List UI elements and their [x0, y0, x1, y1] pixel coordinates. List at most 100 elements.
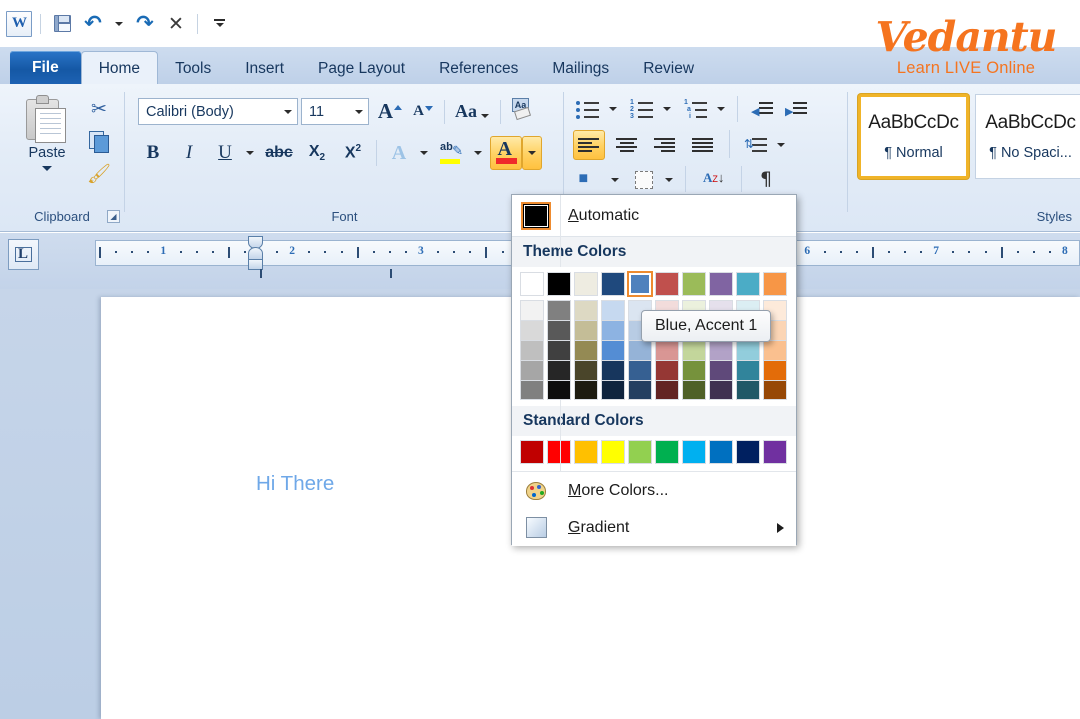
theme-color-swatch[interactable]: [520, 272, 544, 296]
tab-tools[interactable]: Tools: [158, 52, 228, 85]
theme-color-variant-swatch[interactable]: [709, 340, 733, 360]
word-logo-icon[interactable]: W: [6, 11, 32, 37]
line-spacing-button[interactable]: ⇅: [739, 130, 773, 160]
multilevel-dropdown-button[interactable]: [713, 96, 729, 122]
paste-button[interactable]: Paste: [14, 92, 80, 196]
align-right-button[interactable]: [649, 130, 681, 160]
underline-dropdown-button[interactable]: [242, 138, 258, 168]
font-color-dropdown-button[interactable]: [522, 136, 542, 170]
customize-qat-button[interactable]: [206, 11, 232, 37]
standard-color-swatch[interactable]: [655, 440, 679, 464]
tab-page-layout[interactable]: Page Layout: [301, 52, 422, 85]
shrink-font-button[interactable]: A: [408, 98, 438, 125]
standard-color-swatch[interactable]: [709, 440, 733, 464]
numbering-button[interactable]: 1 2 3: [627, 96, 657, 122]
standard-color-swatch[interactable]: [736, 440, 760, 464]
style-item-no-spacing[interactable]: AaBbCcDc ¶ No Spaci...: [975, 94, 1080, 179]
chevron-down-icon[interactable]: [350, 110, 368, 114]
theme-color-swatch[interactable]: [628, 272, 652, 296]
sort-button[interactable]: AZ↓: [695, 166, 731, 194]
tab-references[interactable]: References: [422, 52, 535, 85]
theme-color-variant-swatch[interactable]: [682, 360, 706, 380]
line-spacing-dropdown-button[interactable]: [773, 130, 789, 160]
theme-color-variant-swatch[interactable]: [682, 340, 706, 360]
underline-button[interactable]: U: [210, 138, 240, 168]
highlight-dropdown-button[interactable]: [470, 138, 486, 168]
gradient-item[interactable]: Gradient: [512, 509, 796, 546]
theme-color-variant-swatch[interactable]: [628, 380, 652, 400]
theme-color-variant-swatch[interactable]: [763, 380, 787, 400]
theme-color-variant-swatch[interactable]: [736, 360, 760, 380]
standard-color-swatch[interactable]: [574, 440, 598, 464]
font-name-combobox[interactable]: Calibri (Body): [138, 98, 298, 125]
theme-color-variant-swatch[interactable]: [763, 340, 787, 360]
subscript-button[interactable]: X2: [302, 138, 332, 168]
text-effects-dropdown-button[interactable]: [416, 138, 432, 168]
theme-color-swatch[interactable]: [682, 272, 706, 296]
theme-color-swatch[interactable]: [736, 272, 760, 296]
clipboard-dialog-launcher[interactable]: ◢: [107, 210, 120, 223]
borders-button[interactable]: [629, 166, 659, 194]
bullets-button[interactable]: [573, 96, 603, 122]
bold-button[interactable]: B: [138, 138, 168, 168]
borders-dropdown-button[interactable]: [661, 166, 677, 194]
theme-color-swatch[interactable]: [547, 272, 571, 296]
standard-color-swatch[interactable]: [682, 440, 706, 464]
standard-color-swatch[interactable]: [520, 440, 544, 464]
theme-color-variant-swatch[interactable]: [574, 380, 598, 400]
theme-color-variant-swatch[interactable]: [709, 380, 733, 400]
font-size-combobox[interactable]: 11: [301, 98, 369, 125]
format-painter-button[interactable]: 🖌: [84, 158, 114, 188]
theme-color-variant-swatch[interactable]: [709, 360, 733, 380]
bullets-dropdown-button[interactable]: [605, 96, 621, 122]
theme-color-swatch[interactable]: [601, 272, 625, 296]
shading-button[interactable]: ■: [573, 166, 605, 194]
standard-color-swatch[interactable]: [547, 440, 571, 464]
numbering-dropdown-button[interactable]: [659, 96, 675, 122]
chevron-down-icon[interactable]: [279, 110, 297, 114]
close-button[interactable]: ✕: [163, 11, 189, 37]
theme-color-variant-swatch[interactable]: [601, 320, 625, 340]
multilevel-list-button[interactable]: 1 a i: [681, 96, 711, 122]
tab-stop-selector[interactable]: L: [8, 239, 39, 270]
tab-stop-marker[interactable]: [260, 269, 262, 278]
automatic-color-item[interactable]: Automatic: [512, 195, 796, 237]
theme-color-variant-swatch[interactable]: [547, 340, 571, 360]
save-button[interactable]: [49, 11, 75, 37]
tab-mailings[interactable]: Mailings: [535, 52, 626, 85]
tab-home[interactable]: Home: [81, 51, 158, 85]
cut-button[interactable]: ✂: [84, 94, 114, 124]
theme-color-variant-swatch[interactable]: [547, 320, 571, 340]
theme-color-variant-swatch[interactable]: [628, 340, 652, 360]
theme-color-variant-swatch[interactable]: [547, 300, 571, 320]
theme-color-variant-swatch[interactable]: [655, 340, 679, 360]
justify-button[interactable]: [687, 130, 719, 160]
tab-file[interactable]: File: [10, 51, 81, 85]
document-text[interactable]: Hi There: [256, 472, 334, 496]
theme-color-variant-swatch[interactable]: [547, 360, 571, 380]
standard-color-swatch[interactable]: [763, 440, 787, 464]
show-formatting-marks-button[interactable]: ¶: [751, 164, 781, 194]
decrease-indent-button[interactable]: ◀: [747, 96, 777, 122]
standard-color-swatch[interactable]: [601, 440, 625, 464]
theme-color-variant-swatch[interactable]: [520, 340, 544, 360]
theme-color-variant-swatch[interactable]: [574, 360, 598, 380]
style-item-normal[interactable]: AaBbCcDc ¶ Normal: [858, 94, 969, 179]
text-effects-button[interactable]: A: [384, 138, 414, 168]
theme-color-variant-swatch[interactable]: [520, 300, 544, 320]
theme-color-swatch[interactable]: [574, 272, 598, 296]
redo-button[interactable]: ↶: [132, 11, 158, 37]
theme-color-variant-swatch[interactable]: [628, 360, 652, 380]
theme-color-variant-swatch[interactable]: [574, 320, 598, 340]
theme-color-variant-swatch[interactable]: [601, 300, 625, 320]
superscript-button[interactable]: X2: [338, 138, 368, 168]
theme-color-variant-swatch[interactable]: [682, 380, 706, 400]
copy-button[interactable]: [84, 126, 114, 156]
theme-color-variant-swatch[interactable]: [547, 380, 571, 400]
theme-color-variant-swatch[interactable]: [520, 360, 544, 380]
theme-color-swatch[interactable]: [655, 272, 679, 296]
highlight-color-button[interactable]: ab✎: [436, 138, 466, 168]
italic-button[interactable]: I: [174, 138, 204, 168]
tab-insert[interactable]: Insert: [228, 52, 301, 85]
theme-color-variant-swatch[interactable]: [520, 380, 544, 400]
